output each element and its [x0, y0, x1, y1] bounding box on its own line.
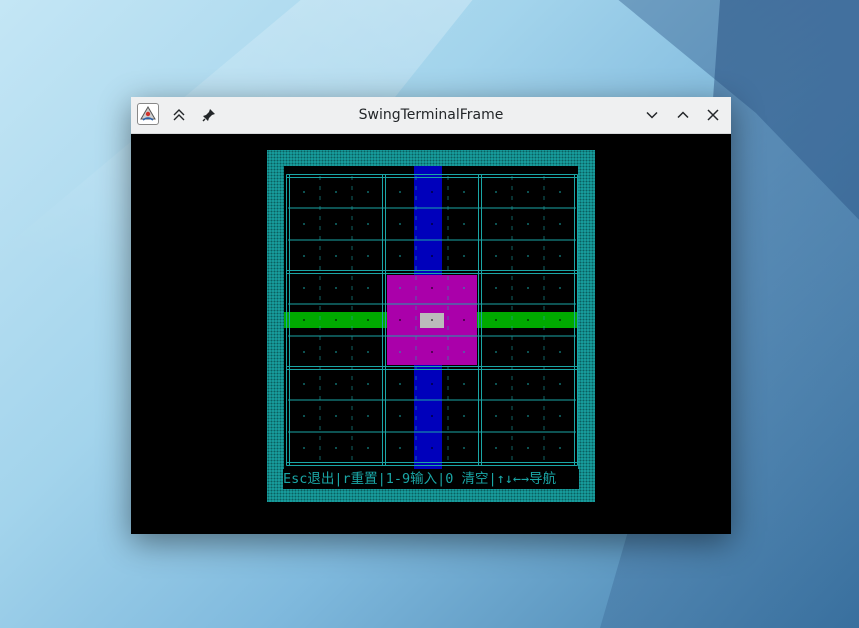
cell[interactable]: [495, 287, 497, 289]
cell[interactable]: [559, 319, 561, 321]
cell[interactable]: [495, 255, 497, 257]
cell[interactable]: [399, 415, 401, 417]
cell[interactable]: [303, 255, 305, 257]
board-grid[interactable]: [284, 166, 578, 470]
cell[interactable]: [527, 319, 529, 321]
cell[interactable]: [335, 319, 337, 321]
cell[interactable]: [559, 351, 561, 353]
cell[interactable]: [303, 383, 305, 385]
cell[interactable]: [399, 191, 401, 193]
cell[interactable]: [303, 351, 305, 353]
cell[interactable]: [559, 255, 561, 257]
cell[interactable]: [303, 319, 305, 321]
close-icon[interactable]: [701, 103, 725, 127]
cell[interactable]: [335, 255, 337, 257]
cell[interactable]: [335, 351, 337, 353]
cell[interactable]: [335, 415, 337, 417]
cell[interactable]: [463, 383, 465, 385]
cell[interactable]: [559, 415, 561, 417]
cell[interactable]: [527, 191, 529, 193]
cell[interactable]: [527, 255, 529, 257]
cell[interactable]: [335, 447, 337, 449]
cell[interactable]: [431, 351, 433, 353]
cell[interactable]: [399, 383, 401, 385]
cell[interactable]: [399, 287, 401, 289]
cell[interactable]: [559, 447, 561, 449]
cell[interactable]: [463, 415, 465, 417]
cell[interactable]: [559, 223, 561, 225]
cell[interactable]: [303, 447, 305, 449]
cell[interactable]: [367, 255, 369, 257]
cell[interactable]: [431, 191, 433, 193]
app-window: SwingTerminalFrame Esc退出|r重置|1-9输入|0 清空|…: [131, 97, 731, 534]
cell[interactable]: [367, 319, 369, 321]
cell[interactable]: [495, 223, 497, 225]
cell[interactable]: [399, 319, 401, 321]
cell[interactable]: [431, 415, 433, 417]
cell[interactable]: [495, 383, 497, 385]
cell[interactable]: [527, 447, 529, 449]
cell[interactable]: [463, 447, 465, 449]
cell[interactable]: [559, 287, 561, 289]
cell[interactable]: [303, 191, 305, 193]
cell[interactable]: [463, 351, 465, 353]
terminal-area[interactable]: Esc退出|r重置|1-9输入|0 清空|↑↓←→导航: [131, 134, 731, 534]
cell[interactable]: [431, 383, 433, 385]
cell[interactable]: [367, 351, 369, 353]
cell[interactable]: [335, 287, 337, 289]
cell[interactable]: [431, 447, 433, 449]
cell[interactable]: [527, 351, 529, 353]
minimize-icon[interactable]: [640, 103, 664, 127]
cell[interactable]: [495, 415, 497, 417]
cell[interactable]: [367, 447, 369, 449]
cell[interactable]: [527, 415, 529, 417]
cell[interactable]: [303, 223, 305, 225]
cell[interactable]: [335, 191, 337, 193]
cell[interactable]: [527, 383, 529, 385]
cell[interactable]: [335, 223, 337, 225]
cell[interactable]: [463, 223, 465, 225]
title-bar[interactable]: SwingTerminalFrame: [131, 97, 731, 134]
cell[interactable]: [335, 383, 337, 385]
cell[interactable]: [431, 223, 433, 225]
cell[interactable]: [399, 351, 401, 353]
cell[interactable]: [463, 191, 465, 193]
cell[interactable]: [495, 447, 497, 449]
cell[interactable]: [399, 255, 401, 257]
cell[interactable]: [367, 287, 369, 289]
cell[interactable]: [527, 287, 529, 289]
cell[interactable]: [527, 223, 529, 225]
cell[interactable]: [495, 191, 497, 193]
cell[interactable]: [367, 223, 369, 225]
cell[interactable]: [367, 383, 369, 385]
cell[interactable]: [431, 255, 433, 257]
cell[interactable]: [559, 383, 561, 385]
cell[interactable]: [559, 191, 561, 193]
cell[interactable]: [367, 191, 369, 193]
cell[interactable]: [399, 447, 401, 449]
cell[interactable]: [431, 319, 433, 321]
cell[interactable]: [431, 287, 433, 289]
cell[interactable]: [399, 223, 401, 225]
cell[interactable]: [463, 319, 465, 321]
status-bar: Esc退出|r重置|1-9输入|0 清空|↑↓←→导航: [283, 469, 579, 489]
cell[interactable]: [495, 351, 497, 353]
cell[interactable]: [367, 415, 369, 417]
cell[interactable]: [495, 319, 497, 321]
cell[interactable]: [463, 287, 465, 289]
cell[interactable]: [463, 255, 465, 257]
cell[interactable]: [303, 415, 305, 417]
cell[interactable]: [303, 287, 305, 289]
sudoku-board[interactable]: [284, 166, 578, 470]
maximize-icon[interactable]: [671, 103, 695, 127]
